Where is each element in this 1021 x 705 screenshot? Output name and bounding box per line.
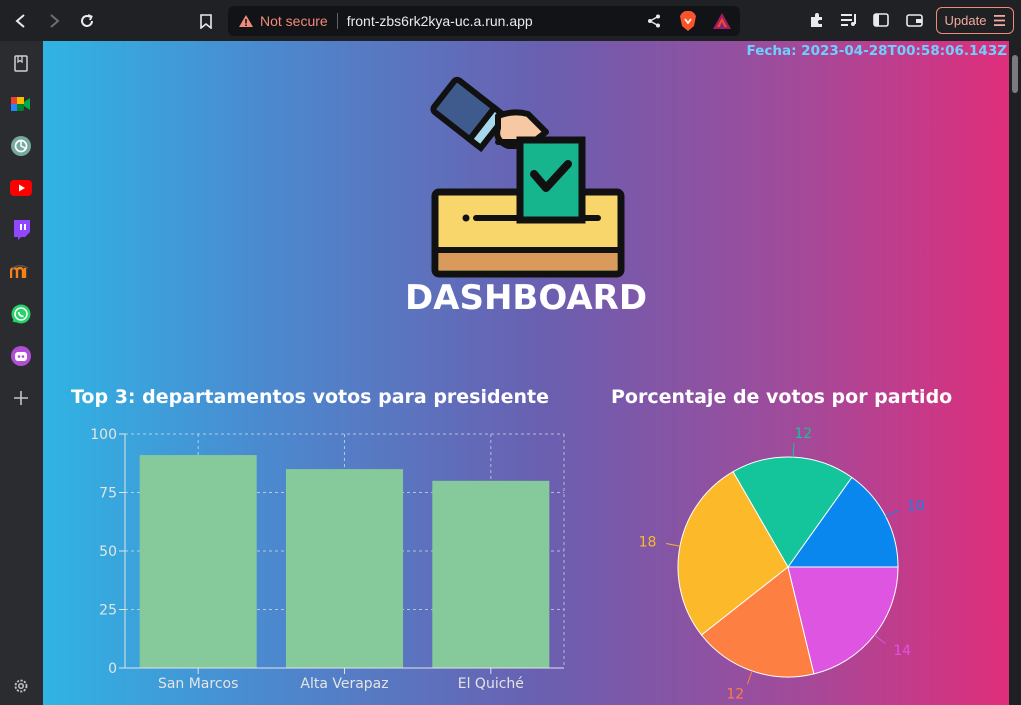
forward-arrow-icon (50, 14, 60, 28)
x-tick-label: El Quiché (458, 676, 524, 692)
bar-chart: 0 25 50 75 100 San Marcos Alta Verapaz El Quich… (90, 427, 565, 692)
pie-label-line (746, 670, 753, 685)
back-arrow-icon (15, 14, 25, 28)
url-separator (336, 13, 338, 29)
update-button[interactable]: Update (936, 7, 1014, 34)
twitch-icon[interactable] (10, 219, 32, 241)
brave-shield-icon[interactable] (678, 11, 698, 31)
bar-chart-title: Top 3: departamentos votos para presiden… (71, 386, 549, 408)
bar (432, 480, 550, 668)
fecha-timestamp: Fecha: 2023-04-28T00:58:06.143Z (746, 43, 1007, 59)
pie-label-line (874, 634, 886, 645)
moodle-icon[interactable] (10, 261, 32, 283)
pie-slice-label: 10 (907, 499, 925, 515)
bar (139, 455, 257, 668)
y-tick-label: 0 (108, 661, 117, 677)
pie-label-line (885, 509, 899, 518)
google-meet-icon[interactable] (10, 93, 32, 115)
pie-label-line (666, 543, 681, 547)
x-tick-label: Alta Verapaz (300, 676, 388, 692)
bar (285, 469, 404, 668)
share-icon[interactable] (644, 11, 664, 31)
warning-icon (238, 13, 254, 29)
back-button[interactable] (9, 9, 33, 33)
menu-icon (994, 15, 1006, 26)
pie-chart-title: Porcentaje de votos por partido (611, 386, 953, 408)
sidebar-panel-icon (873, 13, 889, 27)
y-tick-label: 50 (99, 544, 117, 560)
update-label: Update (944, 13, 987, 28)
scrollbar-thumb[interactable] (1012, 55, 1018, 93)
browser-toolbar: Not secure front-zbs6rk2kya-uc.a.run.app… (0, 0, 1021, 41)
add-icon[interactable] (10, 387, 32, 409)
pie-slice-label: 14 (893, 643, 911, 659)
pie-chart: 10 12 18 12 14 (639, 426, 925, 703)
page-content: Fecha: 2023-04-28T00:58:06.143Z DASHBOAR… (43, 41, 1009, 705)
chatgpt-icon[interactable] (10, 135, 32, 157)
address-bar[interactable]: Not secure front-zbs6rk2kya-uc.a.run.app (228, 6, 740, 36)
pie-slice-label: 12 (726, 687, 744, 703)
playlist-icon (841, 14, 856, 26)
settings-icon[interactable] (10, 675, 32, 697)
bookmark-button[interactable] (196, 9, 216, 33)
y-tick-label: 75 (99, 486, 117, 502)
pie-slice-label: 12 (794, 426, 812, 442)
wallet-button[interactable] (903, 9, 925, 31)
y-tick-label: 100 (90, 427, 117, 443)
forward-button[interactable] (42, 9, 66, 33)
reload-icon (81, 14, 93, 27)
url-text[interactable]: front-zbs6rk2kya-uc.a.run.app (347, 13, 533, 29)
youtube-icon[interactable] (10, 177, 32, 199)
playlist-button[interactable] (838, 9, 860, 31)
url-actions (644, 6, 732, 36)
brave-rewards-icon[interactable] (712, 11, 732, 31)
sidebar-toggle-button[interactable] (870, 9, 892, 31)
not-secure-label[interactable]: Not secure (260, 13, 328, 29)
bookmarks-icon[interactable] (10, 52, 32, 74)
extensions-button[interactable] (806, 9, 828, 31)
whatsapp-icon[interactable] (10, 303, 32, 325)
browser-sidebar (0, 41, 43, 705)
wallet-icon (905, 14, 923, 27)
page-title: DASHBOARD (404, 278, 648, 318)
page-scrollbar[interactable] (1009, 41, 1021, 705)
x-tick-label: San Marcos (158, 676, 238, 692)
pie-label-line (792, 443, 795, 458)
ballot-box-logo-icon (430, 76, 625, 278)
pie-slice-label: 18 (639, 535, 657, 551)
assistant-bot-icon[interactable] (10, 345, 32, 367)
puzzle-icon (811, 13, 822, 27)
reload-button[interactable] (75, 9, 99, 33)
bookmark-icon (200, 13, 212, 29)
y-tick-label: 25 (99, 603, 117, 619)
